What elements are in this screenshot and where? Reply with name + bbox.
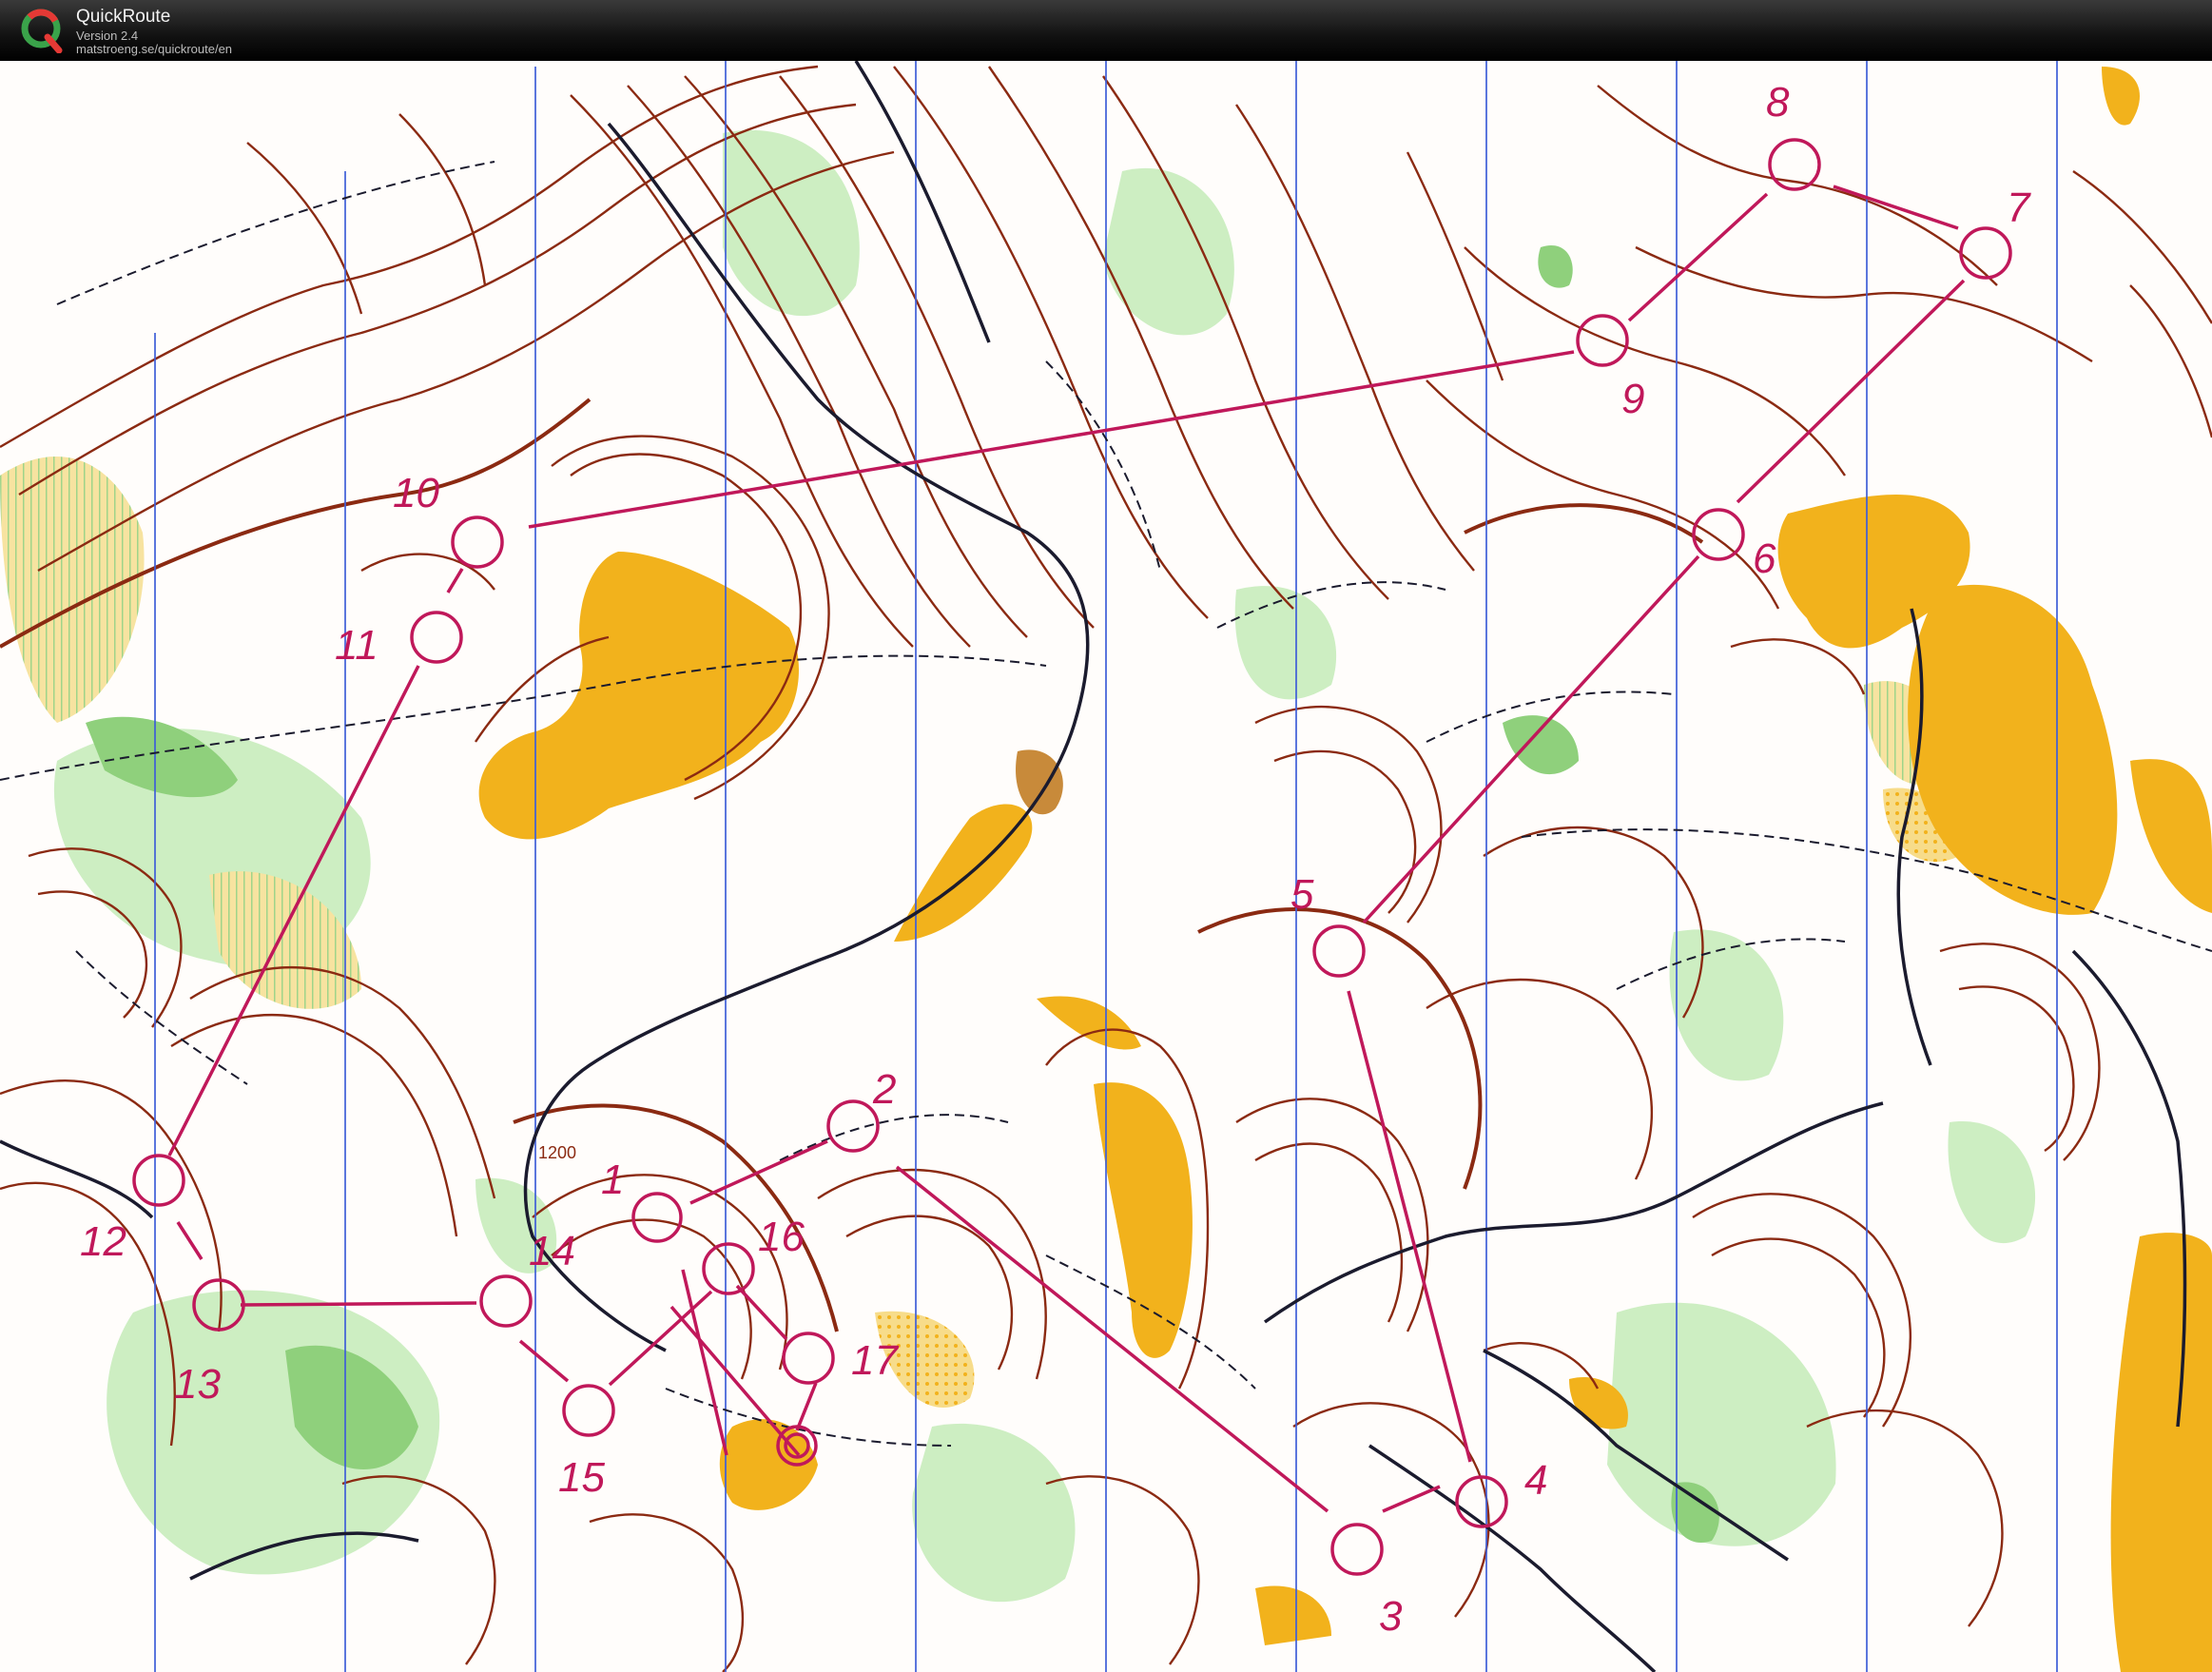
control-number-12: 12 — [80, 1218, 126, 1265]
control-number-1: 1 — [601, 1157, 624, 1203]
orienteering-map[interactable]: 1 2 3 4 5 6 7 8 9 10 11 12 13 14 15 16 1… — [0, 61, 2212, 1672]
control-number-15: 15 — [558, 1454, 605, 1501]
app-version: Version 2.4 — [76, 29, 139, 43]
control-number-13: 13 — [174, 1361, 221, 1408]
control-number-3: 3 — [1379, 1593, 1403, 1640]
control-number-7: 7 — [2007, 185, 2031, 231]
control-number-10: 10 — [393, 470, 439, 516]
app-url-link[interactable]: matstroeng.se/quickroute/en — [76, 42, 232, 56]
control-number-5: 5 — [1290, 871, 1314, 918]
control-number-16: 16 — [758, 1214, 805, 1260]
contour-height-label: 1200 — [538, 1143, 576, 1162]
quickroute-logo-icon — [21, 9, 63, 53]
control-number-2: 2 — [872, 1066, 896, 1113]
control-number-8: 8 — [1766, 79, 1790, 126]
control-number-9: 9 — [1621, 376, 1644, 422]
app-title-bar: QuickRoute Version 2.4 matstroeng.se/qui… — [0, 0, 2212, 61]
control-number-14: 14 — [529, 1228, 575, 1274]
control-number-17: 17 — [851, 1337, 899, 1384]
control-number-11: 11 — [335, 622, 378, 669]
control-number-6: 6 — [1753, 535, 1776, 582]
control-number-4: 4 — [1524, 1457, 1547, 1504]
app-name: QuickRoute — [76, 7, 171, 27]
